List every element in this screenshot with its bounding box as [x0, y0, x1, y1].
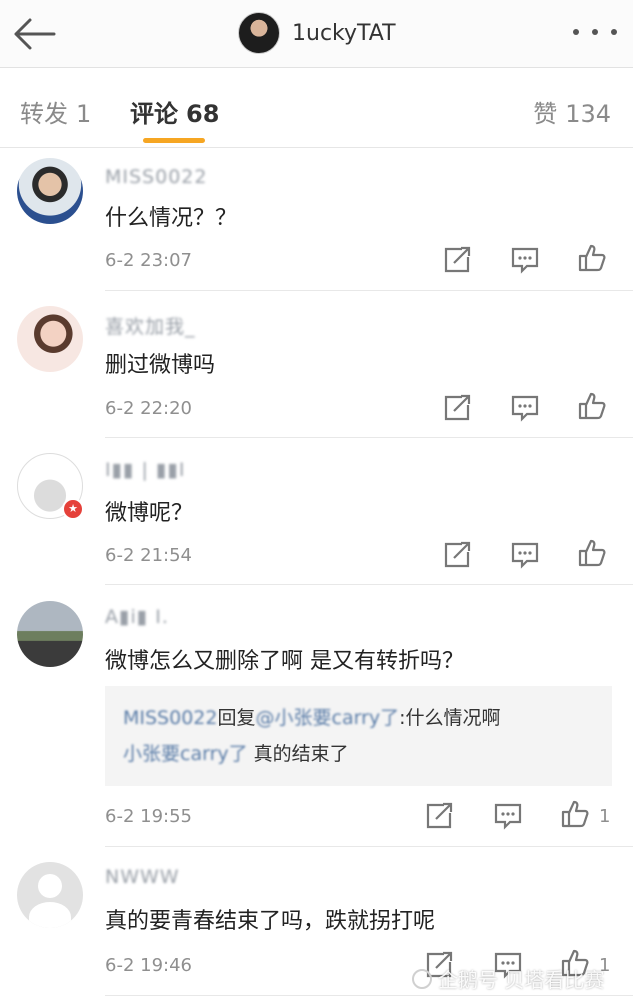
reply-line: 小张要carry了 真的结束了: [123, 736, 594, 772]
like-count: 1: [599, 806, 611, 827]
avatar[interactable]: [17, 601, 83, 667]
comment-text: 微博呢？: [105, 501, 194, 526]
reply-username[interactable]: 小张要carry了: [123, 743, 248, 765]
reply-text: :什么情况啊: [399, 707, 501, 729]
comment-time: 6-2 23:07: [105, 250, 192, 271]
comment-icon[interactable]: [510, 541, 540, 569]
header-user[interactable]: 1uckyTAT: [238, 10, 396, 56]
watermark-logo-icon: [412, 968, 432, 989]
comment-icon[interactable]: [493, 802, 523, 830]
comment-username[interactable]: NWWW: [105, 866, 180, 888]
like-icon[interactable]: [577, 392, 607, 420]
share-icon[interactable]: [443, 541, 473, 569]
divider: [105, 290, 633, 291]
tab-repost-count: 1: [76, 100, 92, 128]
like-icon[interactable]: [560, 800, 590, 828]
header-avatar[interactable]: [238, 12, 280, 54]
reply-username[interactable]: MISS0022: [123, 707, 217, 729]
tab-comment[interactable]: 评论 68: [130, 94, 219, 129]
tab-bar: 转发 1 评论 68 赞 134: [0, 68, 633, 148]
tab-repost[interactable]: 转发 1: [20, 94, 91, 129]
watermark: 企鹅号 贝塔看比赛: [412, 964, 604, 993]
comment-text: 真的要青春结束了吗，跌就拐打呢: [105, 909, 436, 934]
tab-like[interactable]: 赞 134: [533, 94, 611, 129]
watermark-text: 企鹅号 贝塔看比赛: [438, 968, 605, 992]
more-icon[interactable]: [573, 22, 617, 42]
tab-comment-count: 68: [186, 100, 220, 128]
comment-time: 6-2 21:54: [105, 545, 192, 566]
comment-text: 什么情况？？: [105, 206, 238, 231]
like-icon[interactable]: [577, 539, 607, 567]
comment-icon[interactable]: [510, 246, 540, 274]
comment-username[interactable]: 喜欢加我_: [105, 312, 196, 339]
tab-comment-label: 评论: [130, 100, 178, 128]
tab-repost-label: 转发: [20, 100, 68, 128]
comment-time: 6-2 19:46: [105, 955, 192, 976]
divider: [105, 584, 633, 585]
divider: [105, 437, 633, 438]
share-icon[interactable]: [443, 394, 473, 422]
divider: [105, 995, 633, 996]
tab-like-label: 赞: [533, 100, 558, 128]
comment-text: 微博怎么又删除了啊 是又有转折吗？: [105, 649, 464, 674]
comment-icon[interactable]: [510, 394, 540, 422]
comment-username[interactable]: A▮i▮ I.: [105, 606, 169, 628]
default-avatar-icon[interactable]: [17, 862, 83, 928]
share-icon[interactable]: [443, 246, 473, 274]
avatar[interactable]: [17, 158, 83, 224]
divider: [105, 846, 633, 847]
comment-text: 删过微博吗: [105, 353, 216, 378]
share-icon[interactable]: [425, 802, 455, 830]
comment-username[interactable]: I▮▮ | ▮▮I: [105, 459, 186, 481]
comment-username[interactable]: MISS0022: [105, 166, 207, 188]
comment-time: 6-2 19:55: [105, 806, 192, 827]
reply-verb: 回复: [217, 707, 256, 729]
top-bar: 1uckyTAT: [0, 0, 633, 68]
reply-box[interactable]: MISS0022回复@小张要carry了:什么情况啊 小张要carry了 真的结…: [105, 686, 612, 786]
active-tab-indicator: [143, 138, 205, 143]
avatar[interactable]: [17, 306, 83, 372]
like-icon[interactable]: [577, 244, 607, 272]
reply-text: 真的结束了: [253, 743, 349, 765]
reply-line: MISS0022回复@小张要carry了:什么情况啊: [123, 700, 594, 736]
tab-like-count: 134: [565, 100, 611, 128]
verified-badge-icon: ★: [62, 498, 84, 520]
reply-mention[interactable]: @小张要carry了: [256, 707, 400, 729]
page-title: 1uckyTAT: [292, 20, 396, 46]
back-arrow-icon[interactable]: [12, 16, 56, 52]
comment-time: 6-2 22:20: [105, 398, 192, 419]
